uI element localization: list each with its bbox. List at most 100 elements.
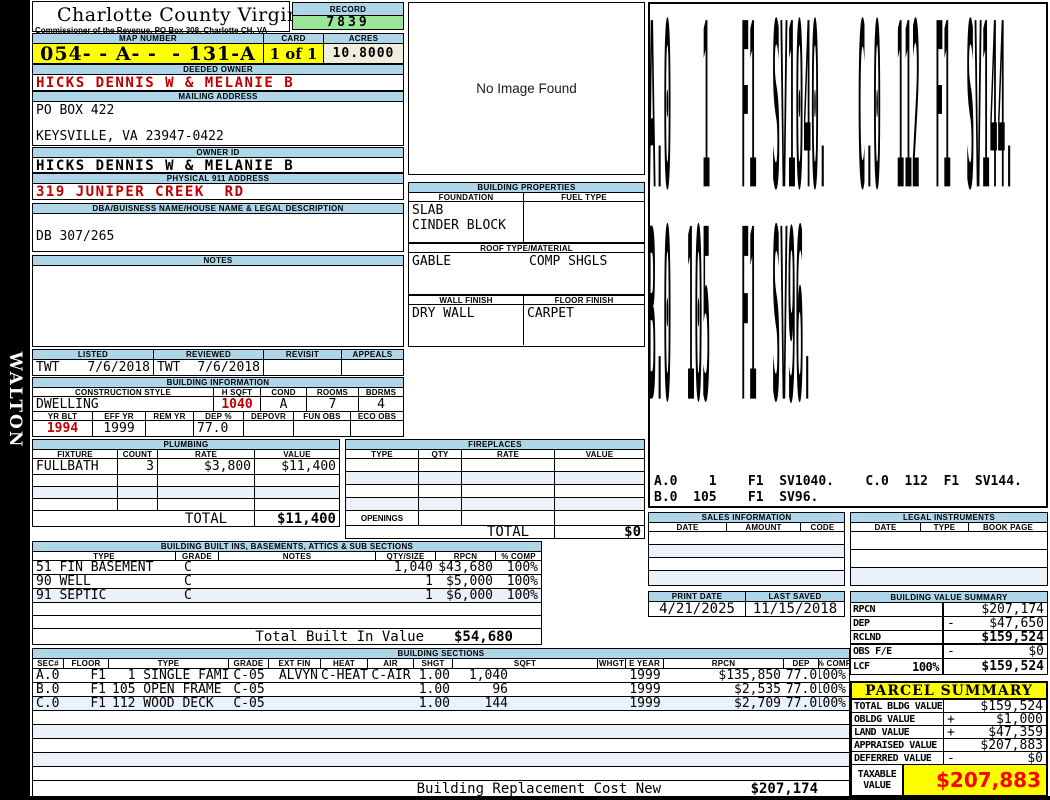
mailing-address-block: MAILING ADDRESS PO BOX 422 KEYSVILLE, VA…: [32, 91, 404, 146]
building-value-summary: BUILDING VALUE SUMMARY RPCN $207,174 DEP…: [850, 591, 1048, 675]
dba-block: DBA/BUISNESS NAME/HOUSE NAME & LEGAL DES…: [32, 203, 404, 252]
building-section-empty-row: [33, 767, 849, 781]
sales-amount-col: AMOUNT: [727, 523, 801, 531]
deeded-owner-block: DEEDED OWNER HICKS DENNIS W & MELANIE B: [32, 64, 404, 91]
bs-comp: 100%: [819, 683, 849, 696]
bs-heat-col: HEAT: [321, 659, 368, 668]
county-title: Charlotte County Virginia: [33, 2, 289, 26]
bvs-label: DEP: [853, 618, 870, 629]
bi-comp-col-header: % COMP: [496, 552, 541, 560]
bs-type: 112 WOOD DECK: [109, 697, 229, 710]
bi-grade: C: [176, 561, 219, 574]
rooms-label: ROOMS: [307, 388, 359, 396]
parcel-op: [944, 739, 957, 751]
sales-empty-row: [649, 532, 844, 545]
sketch-text-line2: B.0 105 F1 SV96.: [654, 490, 818, 505]
bs-type-col: TYPE: [109, 659, 229, 668]
building-info-title: BUILDING INFORMATION: [33, 378, 403, 388]
bvs-pct: 100%: [912, 660, 942, 674]
fireplaces-openings-row: OPENINGS: [346, 511, 644, 526]
parcel-label: APPRAISED VALUE: [852, 739, 944, 751]
parcel-summary: PARCEL SUMMARY TOTAL BLDG VALUE $159,524…: [850, 681, 1048, 797]
built-ins-total-value: $54,680: [436, 629, 516, 644]
bvs-row: OBS F/E - $0: [851, 645, 1047, 659]
parcel-op: -: [944, 752, 957, 764]
parcel-op: +: [944, 713, 957, 725]
reviewed-by: TWT: [157, 360, 180, 375]
parcel-summary-title: PARCEL SUMMARY: [852, 683, 1046, 700]
bi-comp: 100%: [496, 589, 541, 602]
bs-shgt-col: SHGT: [414, 659, 453, 668]
parcel-row: TOTAL BLDG VALUE $159,524: [852, 700, 1046, 713]
bs-comp: 100%: [819, 669, 849, 682]
dep-label: DEP %: [194, 412, 244, 420]
bvs-label: LCF: [853, 661, 870, 672]
dba-label: DBA/BUISNESS NAME/HOUSE NAME & LEGAL DES…: [33, 204, 403, 214]
bs-floor: F1: [64, 669, 109, 682]
bi-rpcn: $6,000: [436, 589, 496, 602]
taxable-value-label: TAXABLE VALUE: [852, 765, 904, 795]
bs-air-col: AIR: [368, 659, 414, 668]
legal-instruments-table: LEGAL INSTRUMENTS DATE TYPE BOOK PAGE: [850, 512, 1048, 586]
notes-block: NOTES: [32, 255, 404, 347]
acres-value: 10.8000: [324, 44, 403, 63]
parcel-row: APPRAISED VALUE $207,883: [852, 739, 1046, 752]
sales-info-table: SALES INFORMATION DATE AMOUNT CODE: [648, 512, 845, 586]
bi-notes: [219, 561, 376, 574]
building-sections-title: BUILDING SECTIONS: [33, 649, 849, 659]
parcel-value: $47,359: [957, 726, 1046, 738]
bs-heat: C-HEAT: [321, 669, 368, 682]
appeals-label: APPEALS: [342, 350, 403, 359]
parcel-label: LAND VALUE: [852, 726, 944, 738]
bi-type: 51 FIN BASEMENT: [33, 561, 176, 574]
hsqft-value: 1040: [214, 397, 261, 411]
bi-type: 91 SEPTIC: [33, 589, 176, 602]
bs-rpcn: $2,535: [664, 683, 784, 696]
property-photo-placeholder: No Image Found: [408, 2, 645, 175]
print-info-block: PRINT DATE LAST SAVED 4/21/2025 11/15/20…: [648, 591, 845, 617]
bs-heat: [321, 697, 368, 710]
bi-notes-col-header: NOTES: [219, 552, 376, 560]
built-ins-row: 90 WELL C 1 $5,000 100%: [33, 575, 541, 589]
parcel-op: +: [944, 726, 957, 738]
card-label: CARD: [264, 34, 324, 43]
review-block: LISTED REVIEWED REVISIT APPEALS TWT7/6/2…: [32, 349, 404, 376]
notes-label: NOTES: [33, 256, 403, 266]
plumbing-total-value: $11,400: [255, 511, 339, 526]
built-ins-row: 91 SEPTIC C 1 $6,000 100%: [33, 589, 541, 603]
yrblt-value: 1994: [33, 421, 93, 436]
ecoobs-label: ECO OBS: [351, 412, 403, 420]
listed-date: 7/6/2018: [87, 360, 150, 375]
parcel-row: LAND VALUE + $47,359: [852, 726, 1046, 739]
map-number-block: MAP NUMBER CARD ACRES 054- - A- - - 131-…: [32, 33, 404, 64]
bvs-value: $159,524: [958, 659, 1047, 674]
legal-instruments-title: LEGAL INSTRUMENTS: [851, 513, 1047, 523]
sketch-text-line1: A.0 1 F1 SV1040. C.0 112 F1 SV144.: [654, 474, 1022, 489]
bs-floor: F1: [64, 683, 109, 696]
sketch-stretched-line2: B.0 105 F1 SV96.: [648, 209, 811, 446]
built-ins-empty-row: [33, 603, 541, 616]
bvs-value: $47,650: [958, 617, 1047, 630]
parcel-label: TOTAL BLDG VALUE: [852, 700, 944, 712]
bvs-row: LCF 100% $159,524: [851, 659, 1047, 674]
roof-type-label: ROOF TYPE/MATERIAL: [409, 244, 644, 252]
construction-style-value: DWELLING: [33, 397, 214, 411]
taxable-value-row: TAXABLE VALUE $207,883: [852, 765, 1046, 795]
mailing-address-label: MAILING ADDRESS: [33, 92, 403, 102]
dep-value: 77.0: [194, 421, 244, 436]
bs-heat: [321, 683, 368, 696]
yrblt-label: YR BLT: [33, 412, 93, 420]
bs-sec: C.0: [33, 697, 64, 710]
building-section-row: C.0 F1 112 WOOD DECK C-05 1.00 144 1999 …: [33, 697, 849, 711]
map-number-label: MAP NUMBER: [33, 34, 264, 43]
bs-eyear: 1999: [626, 683, 664, 696]
reviewed-date: 7/6/2018: [197, 360, 260, 375]
remyr-label: REM YR: [146, 412, 194, 420]
bs-sqft: 1,040: [453, 669, 598, 682]
funobs-value: [294, 421, 351, 436]
fp-qty-col-header: QTY: [419, 450, 462, 458]
bi-qty: 1,040: [376, 561, 436, 574]
bs-type: 1 SINGLE FAMILY: [109, 669, 229, 682]
rooms-value: 7: [307, 397, 359, 411]
taxable-label-line1: TAXABLE: [858, 769, 897, 780]
